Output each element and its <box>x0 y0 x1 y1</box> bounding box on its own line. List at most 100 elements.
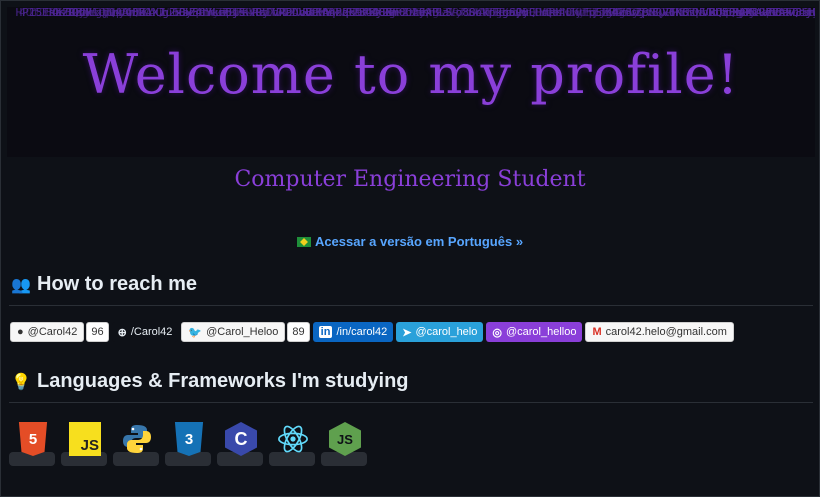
matrix-column: herOpKC <box>89 7 149 19</box>
matrix-column: yyQDmR <box>509 7 556 19</box>
matrix-column: G2kEYRA <box>349 7 409 19</box>
matrix-column: VBQr3o9 <box>689 7 749 19</box>
divider <box>9 305 813 306</box>
matrix-column: RaIhxbUU89HY <box>239 7 332 19</box>
python-tile[interactable] <box>113 420 159 466</box>
instagram-icon: ◎ <box>492 326 502 339</box>
matrix-column: 1XJWPP <box>459 7 506 19</box>
linkedin-badge[interactable]: in/in/carol42 <box>312 322 394 342</box>
matrix-column: 1QOkIQlryvrk <box>59 7 146 19</box>
matrix-column: xfvLkBV9Vr9SJ <box>569 7 662 19</box>
dev-badge[interactable]: ⊕/Carol42 <box>111 322 179 342</box>
css3-tile[interactable]: 3 <box>165 420 211 466</box>
gmail-badge[interactable]: Mcarol42.helo@gmail.com <box>585 322 734 342</box>
linkedin-icon: in <box>318 326 333 338</box>
lightbulb-icon: 💡 <box>11 374 31 391</box>
telegram-icon: ➤ <box>402 326 412 339</box>
twitter-icon: 🐦 <box>188 326 203 339</box>
matrix-column: 42AcGF <box>279 7 319 19</box>
react-tile[interactable] <box>269 420 315 466</box>
brazil-flag-icon <box>296 237 311 247</box>
matrix-column: pqJ4DR <box>99 7 146 19</box>
dev-badge-label: /Carol42 <box>130 326 173 338</box>
matrix-column: XF6OAy <box>379 7 426 19</box>
banner-title: Welcome to my profile! <box>82 43 740 106</box>
matrix-column: pLVZt9FK4P <box>189 7 262 19</box>
matrix-banner: HP15EsaZR 4OfJ84KDwyH Z8fRKz1O7UJlV Os3ObY… <box>7 7 815 157</box>
twitter-follower-count[interactable]: 89 <box>287 322 310 342</box>
portuguese-version-link[interactable]: Acessar a versão em Português » <box>1 234 819 249</box>
matrix-column: nQuMvlZ <box>805 7 815 19</box>
matrix-column: AKlkhVskQojv <box>739 7 815 19</box>
matrix-column: BDj28tGZNY <box>199 7 266 19</box>
divider <box>9 402 813 403</box>
matrix-column: idOlejGl <box>802 7 815 19</box>
matrix-column: 4OfJ84KDwyH <box>19 7 92 19</box>
matrix-column: UWNYgjQxAW <box>69 7 136 19</box>
matrix-column: NnIHqon37fFjJ <box>519 7 606 19</box>
matrix-column: 7PJ3e6 <box>659 7 706 19</box>
languages-heading-text: Languages & Frameworks I'm studying <box>37 370 409 392</box>
github-follower-count[interactable]: 96 <box>86 322 109 342</box>
matrix-column: 7D2J3TP69Nae <box>269 7 356 19</box>
matrix-column: cDdWSw <box>299 7 339 19</box>
matrix-column: HP15EsaZR <box>9 7 76 19</box>
languages-heading: 💡 Languages & Frameworks I'm studying <box>11 370 409 393</box>
matrix-column: U5Ebqx <box>479 7 526 19</box>
twitter-badge[interactable]: 🐦 @Carol_Heloo <box>181 322 286 342</box>
matrix-column: l4O7f7OP <box>619 7 672 19</box>
matrix-column: VPPDVV <box>259 7 312 19</box>
c-icon: C <box>225 422 257 456</box>
python-icon <box>121 422 153 456</box>
reach-heading: 👥 How to reach me <box>11 273 197 296</box>
matrix-column: YQaAOw <box>539 7 579 19</box>
matrix-column: ug2xsZ4hmu7 <box>149 7 229 19</box>
matrix-column: 26tfWj2P <box>329 7 396 19</box>
matrix-column: FZAaounE2 <box>765 7 815 19</box>
matrix-column: xG4ty2BrukIP <box>785 7 815 19</box>
gmail-icon: M <box>592 326 602 338</box>
matrix-column: Os3ObY <box>39 7 92 19</box>
matrix-column: 3yuHifDs <box>639 7 706 19</box>
twitter-badge-label: @Carol_Heloo <box>206 326 279 338</box>
matrix-column: OSnIKA <box>109 7 156 19</box>
c-tile[interactable]: C <box>217 420 263 466</box>
github-badge-label: @Carol42 <box>27 326 78 338</box>
matrix-column: z2sa3HntQ <box>79 7 139 19</box>
matrix-column: V6NGsNVMU5u <box>649 7 736 19</box>
matrix-column: YPTvwATTpzlM <box>439 7 526 19</box>
matrix-column: olO5zA2veEA9 <box>699 7 792 19</box>
matrix-column: HAnB3SwkFTRc7 <box>609 7 696 19</box>
matrix-column: hljgIr5n <box>579 7 639 19</box>
javascript-icon: JS <box>69 422 101 456</box>
dev-icon: ⊕ <box>117 326 127 339</box>
people-icon: 👥 <box>11 277 31 294</box>
matrix-column: xOuENJ5AVhB <box>709 7 782 19</box>
portuguese-version-label: Acessar a versão em Português » <box>314 234 524 249</box>
matrix-column: K4Z3wjvC <box>599 7 659 19</box>
instagram-badge[interactable]: ◎ @carol_helloo <box>486 322 583 342</box>
matrix-column: N1FCZgexU14 <box>49 7 122 19</box>
matrix-column: qSh7GmvZp0 <box>589 7 656 19</box>
matrix-column: swXwnZF <box>219 7 272 19</box>
matrix-column: qB7RVOj <box>209 7 269 19</box>
javascript-tile[interactable]: JS <box>61 420 107 466</box>
subtitle: Computer Engineering Student <box>234 167 586 192</box>
matrix-column: IBNQx1K3 <box>629 7 689 19</box>
matrix-column: sNJyFpEZH <box>549 7 616 19</box>
nodejs-tile[interactable]: JS <box>321 420 367 466</box>
matrix-column: axRVTJv <box>229 7 289 19</box>
matrix-column: MyWiu7 <box>719 7 772 19</box>
css3-icon: 3 <box>174 422 204 456</box>
matrix-column: b1X7u60H <box>139 7 192 19</box>
html5-tile[interactable]: 5 <box>9 420 55 466</box>
github-badge[interactable]: ● @Carol42 <box>10 322 85 342</box>
reach-heading-text: How to reach me <box>37 273 198 295</box>
matrix-column: hAPHUDP <box>309 7 369 19</box>
telegram-badge[interactable]: ➤ @carol_helo <box>396 322 484 342</box>
matrix-column: Z8fRKz1O7UJlV <box>29 7 116 19</box>
matrix-column: O9bHP3 <box>409 7 449 19</box>
matrix-column: 6bXFIXvkv1r <box>249 7 329 19</box>
matrix-column: z0xaqBBw <box>729 7 789 19</box>
matrix-column: vKL5ZnlngGj <box>559 7 639 19</box>
